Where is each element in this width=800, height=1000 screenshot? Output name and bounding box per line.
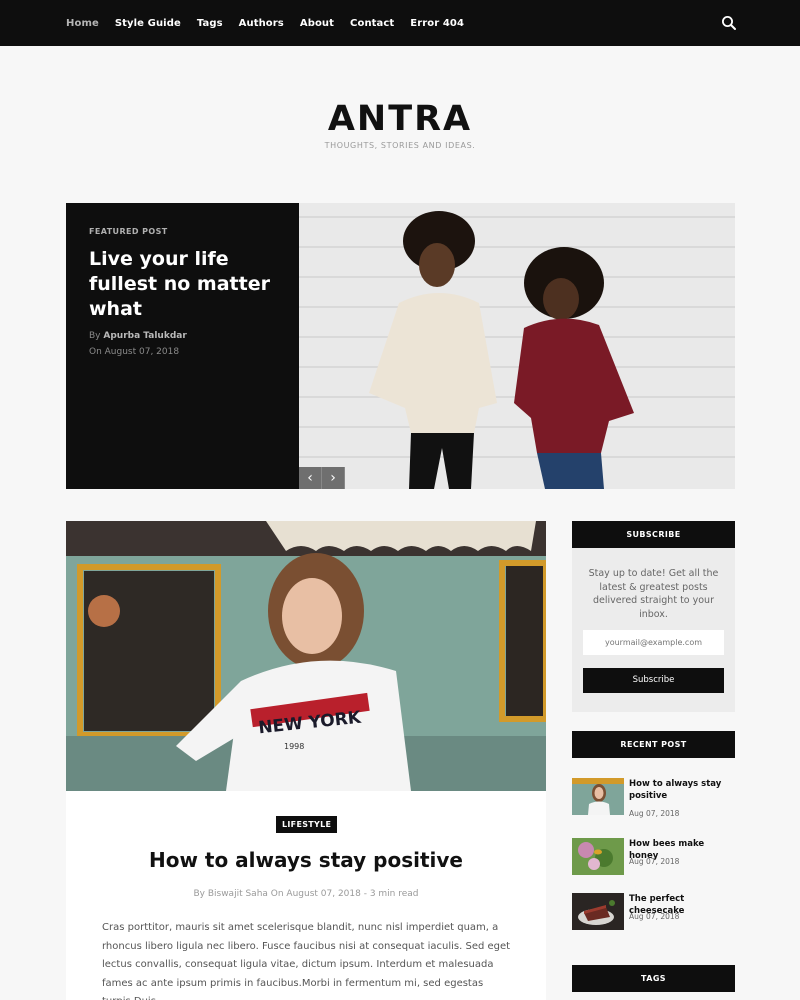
- featured-info-panel: FEATURED POST Live your life fullest no …: [66, 203, 299, 489]
- search-icon[interactable]: [721, 15, 737, 31]
- site-brand: ANTRA THOUGHTS, STORIES AND IDEAS.: [0, 100, 800, 150]
- recent-post-item[interactable]: How to always stay positive Aug 07, 2018: [572, 778, 735, 818]
- site-tagline: THOUGHTS, STORIES AND IDEAS.: [324, 141, 476, 150]
- featured-image[interactable]: [299, 203, 735, 489]
- chevron-right-icon[interactable]: ›: [322, 467, 345, 489]
- recent-post-date: Aug 07, 2018: [629, 857, 680, 866]
- nav-item-error-404[interactable]: Error 404: [410, 18, 464, 29]
- featured-author-prefix: By: [89, 331, 101, 341]
- recent-post-date: Aug 07, 2018: [629, 809, 680, 818]
- featured-slider: FEATURED POST Live your life fullest no …: [66, 203, 735, 489]
- chevron-left-icon[interactable]: ‹: [299, 467, 322, 489]
- site-logo[interactable]: ANTRA: [0, 100, 800, 138]
- recent-post-title[interactable]: How to always stay positive: [629, 778, 734, 802]
- featured-author-name[interactable]: Apurba Talukdar: [103, 331, 186, 341]
- nav-item-style-guide[interactable]: Style Guide: [115, 18, 181, 29]
- recent-post-thumbnail[interactable]: [572, 838, 624, 875]
- recent-post-heading: RECENT POST: [572, 731, 735, 758]
- post-image[interactable]: NEW YORK 1998: [66, 521, 546, 791]
- nav-item-contact[interactable]: Contact: [350, 18, 394, 29]
- featured-author: By Apurba Talukdar: [89, 331, 187, 341]
- main-menu: Home Style Guide Tags Authors About Cont…: [66, 0, 480, 46]
- post-excerpt: Cras porttitor, mauris sit amet sceleris…: [102, 922, 511, 1000]
- nav-item-authors[interactable]: Authors: [239, 18, 284, 29]
- subscribe-widget: Stay up to date! Get all the latest & gr…: [572, 548, 735, 712]
- recent-post-item[interactable]: How bees make honey Aug 07, 2018: [572, 838, 735, 876]
- recent-post-thumbnail[interactable]: [572, 778, 624, 815]
- recent-post-item[interactable]: The perfect cheesecake Aug 07, 2018: [572, 893, 735, 931]
- featured-title[interactable]: Live your life fullest no matter what: [89, 247, 289, 322]
- post-title[interactable]: How to always stay positive: [66, 848, 546, 872]
- recent-post-thumbnail[interactable]: [572, 893, 624, 930]
- top-nav: Home Style Guide Tags Authors About Cont…: [0, 0, 800, 46]
- recent-post-date: Aug 07, 2018: [629, 912, 680, 921]
- slider-controls: ‹ ›: [299, 467, 345, 489]
- subscribe-description: Stay up to date! Get all the latest & gr…: [588, 568, 719, 621]
- featured-label: FEATURED POST: [89, 227, 168, 236]
- email-field[interactable]: [583, 630, 724, 655]
- tags-heading: TAGS: [572, 965, 735, 992]
- post-card: NEW YORK 1998 LIFESTYLE How to always st…: [66, 521, 546, 1000]
- subscribe-heading: SUBSCRIBE: [572, 521, 735, 548]
- featured-date: On August 07, 2018: [89, 347, 180, 357]
- post-meta: By Biswajit Saha On August 07, 2018 - 3 …: [193, 889, 419, 899]
- nav-item-tags[interactable]: Tags: [197, 18, 223, 29]
- subscribe-button[interactable]: Subscribe: [583, 668, 724, 693]
- nav-item-home[interactable]: Home: [66, 18, 99, 29]
- svg-text:1998: 1998: [284, 742, 304, 751]
- nav-item-about[interactable]: About: [300, 18, 334, 29]
- post-category-badge[interactable]: LIFESTYLE: [276, 816, 338, 833]
